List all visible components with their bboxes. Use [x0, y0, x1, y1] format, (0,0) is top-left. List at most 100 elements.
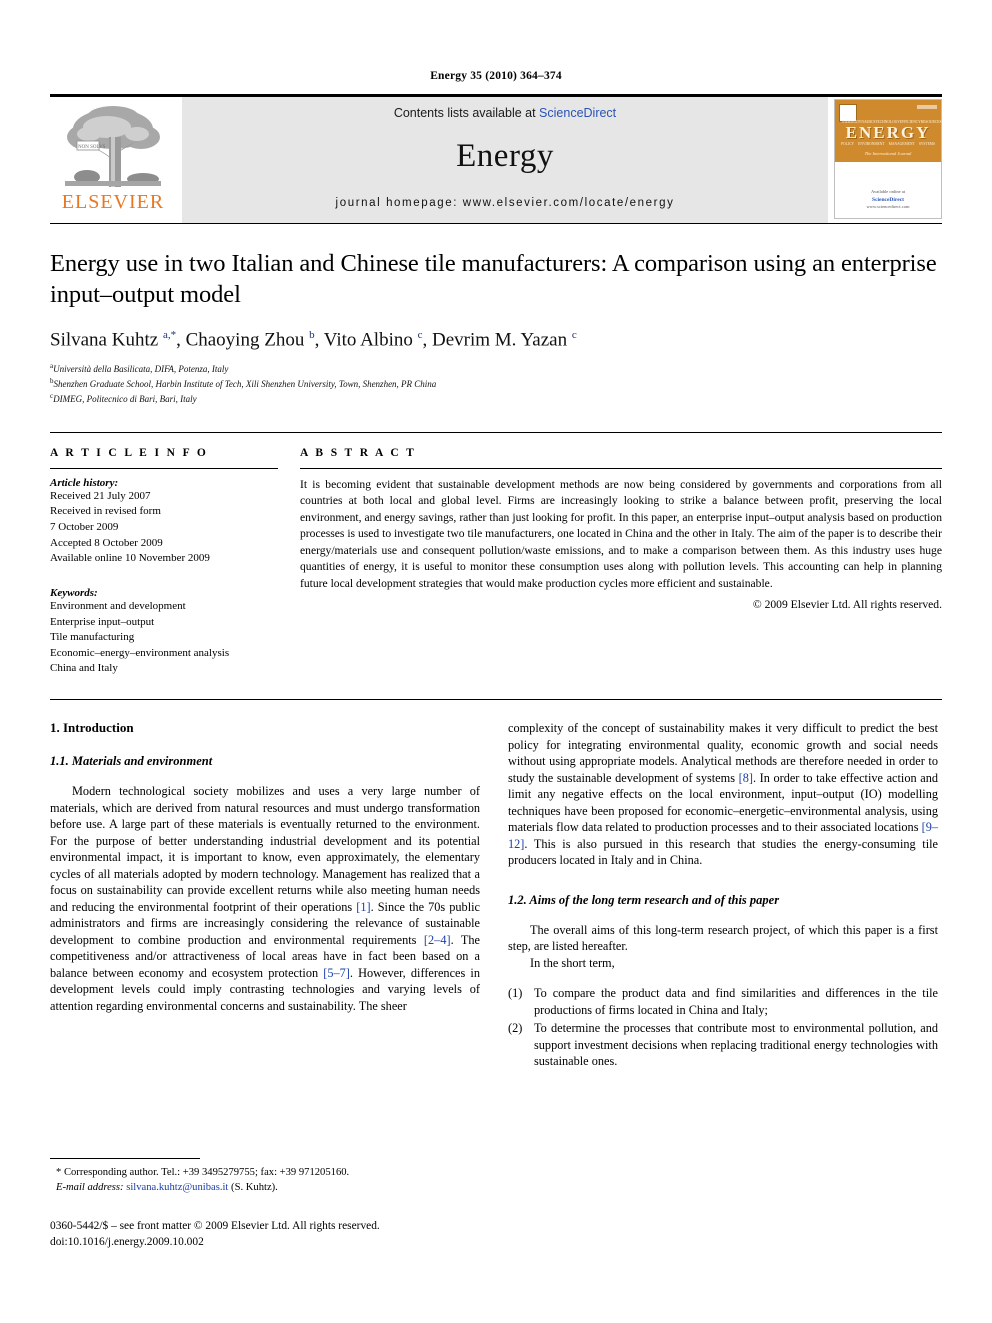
aims-list: (1) To compare the product data and find…	[508, 985, 938, 1070]
email-label: E-mail address:	[56, 1182, 124, 1194]
cover-topic: EFFICIENCY	[899, 120, 921, 124]
body-right-column: complexity of the concept of sustainabil…	[508, 720, 938, 1072]
paragraph-materials-environment: Modern technological society mobilizes a…	[50, 783, 480, 1014]
email-note: E-mail address: silvana.kuhtz@unibas.it …	[50, 1180, 480, 1195]
keywords-block: Keywords: Environment and development En…	[50, 587, 278, 677]
journal-title: Energy	[456, 138, 554, 174]
reference-link-1[interactable]: [1]	[356, 900, 370, 914]
affiliation-item: bShenzhen Graduate School, Harbin Instit…	[50, 376, 942, 391]
article-history-label: Article history:	[50, 476, 119, 489]
footnote-area: * Corresponding author. Tel.: +39 349527…	[50, 1158, 480, 1196]
cover-subtitle: The International Journal	[864, 151, 912, 156]
masthead-center-panel: Contents lists available at ScienceDirec…	[182, 97, 828, 223]
history-item: Received 21 July 2007	[50, 489, 151, 502]
article-info-column: A R T I C L E I N F O Article history: R…	[50, 447, 278, 677]
paper-page: Energy 35 (2010) 364–374 NON SOLVS ELSEV…	[0, 0, 992, 1323]
journal-masthead: NON SOLVS ELSEVIER Contents lists availa…	[50, 94, 942, 223]
affiliation-text: Università della Basilicata, DIFA, Poten…	[53, 363, 229, 374]
cover-topic: POLICY	[841, 142, 854, 146]
paragraph-overall-aims: The overall aims of this long-term resea…	[508, 922, 938, 954]
affiliation-item: cDIMEG, Politecnico di Bari, Bari, Italy	[50, 391, 942, 406]
cover-topic: SYSTEMS	[918, 142, 935, 146]
cover-topic: THERMODYNAMICS	[841, 120, 876, 124]
affiliation-text: Shenzhen Graduate School, Harbin Institu…	[53, 378, 437, 389]
para-text: Modern technological society mobilizes a…	[50, 783, 480, 914]
abstract-heading: A B S T R A C T	[300, 446, 417, 459]
article-history-list: Received 21 July 2007 Received in revise…	[50, 489, 278, 567]
subsection-heading-aims: 1.2. Aims of the long term research and …	[508, 892, 780, 907]
cover-top-band: THERMODYNAMICS TECHNOLOGY EFFICIENCY RES…	[835, 100, 941, 162]
journal-homepage-line[interactable]: journal homepage: www.elsevier.com/locat…	[336, 197, 675, 209]
elsevier-wordmark: ELSEVIER	[61, 191, 165, 213]
history-item: 7 October 2009	[50, 521, 119, 534]
affiliation-list: aUniversità della Basilicata, DIFA, Pote…	[50, 361, 942, 406]
cover-footer: Available online at ScienceDirect www.sc…	[835, 189, 941, 211]
subsection-heading-materials-environment: 1.1. Materials and environment	[50, 753, 213, 768]
issn-doi-block: 0360-5442/$ – see front matter © 2009 El…	[50, 1218, 510, 1250]
cover-journal-title: ENERGY	[845, 123, 931, 142]
contents-available-line: Contents lists available at ScienceDirec…	[394, 106, 616, 120]
keyword-item: Tile manufacturing	[50, 631, 135, 644]
journal-cover-thumbnail: THERMODYNAMICS TECHNOLOGY EFFICIENCY RES…	[834, 99, 942, 219]
keyword-item: China and Italy	[50, 662, 118, 675]
title-block: Energy use in two Italian and Chinese ti…	[50, 224, 942, 406]
cover-footer-sciencedirect: ScienceDirect	[872, 197, 904, 203]
footnote-text: * Corresponding author. Tel.: +39 349527…	[50, 1165, 480, 1196]
keyword-item: Economic–energy–environment analysis	[50, 646, 230, 659]
elsevier-logo: NON SOLVS ELSEVIER	[50, 97, 176, 223]
abstract-text: It is becoming evident that sustainable …	[300, 477, 942, 590]
list-item-number: (2)	[508, 1021, 523, 1036]
abstract-rule	[300, 467, 942, 469]
history-item: Available online 10 November 2009	[50, 552, 210, 565]
abstract-column: A B S T R A C T It is becoming evident t…	[300, 447, 942, 677]
list-item: (1) To compare the product data and find…	[508, 985, 938, 1018]
reference-link-2-4[interactable]: [2–4]	[424, 933, 451, 947]
cover-issue-bar	[917, 105, 937, 109]
info-abstract-band: A R T I C L E I N F O Article history: R…	[50, 431, 942, 677]
article-info-rule	[50, 467, 278, 469]
issn-line: 0360-5442/$ – see front matter © 2009 El…	[50, 1220, 380, 1232]
section-heading-introduction: 1. Introduction	[50, 719, 134, 735]
history-item: Received in revised form	[50, 505, 161, 518]
email-link[interactable]: silvana.kuhtz@unibas.it	[126, 1182, 228, 1193]
cover-topic-row-1: THERMODYNAMICS TECHNOLOGY EFFICIENCY RES…	[841, 120, 941, 124]
list-item-label: To determine the processes that contribu…	[534, 1021, 938, 1069]
history-item: Accepted 8 October 2009	[50, 536, 163, 549]
cover-footer-line-3: www.sciencedirect.com	[866, 204, 910, 210]
abstract-copyright: © 2009 Elsevier Ltd. All rights reserved…	[752, 598, 942, 612]
list-item-label: To compare the product data and find sim…	[534, 986, 938, 1017]
affiliation-item: aUniversità della Basilicata, DIFA, Pote…	[50, 361, 942, 376]
reference-link-8[interactable]: [8]	[739, 771, 753, 785]
article-info-heading: A R T I C L E I N F O	[50, 446, 209, 459]
author-list: Silvana Kuhtz a,*, Chaoying Zhou b, Vito…	[50, 328, 577, 351]
footnote-rule	[50, 1158, 200, 1159]
elsevier-tree-icon: NON SOLVS	[57, 103, 169, 189]
cover-topic: RESOURCES	[920, 120, 942, 124]
cover-topic: TECHNOLOGY	[875, 120, 900, 124]
cover-bottom-area: Available online at ScienceDirect www.sc…	[835, 162, 941, 218]
list-item-number: (1)	[508, 986, 523, 1001]
cover-topic-row-2: POLICY ENVIRONMENT MANAGEMENT SYSTEMS	[841, 142, 935, 146]
keywords-label: Keywords:	[50, 586, 98, 599]
sciencedirect-link[interactable]: ScienceDirect	[539, 106, 616, 120]
page-title: Energy use in two Italian and Chinese ti…	[50, 250, 937, 309]
cover-topic: ENVIRONMENT	[858, 142, 885, 146]
paragraph-short-term: In the short term,	[530, 955, 615, 970]
reference-link-5-7[interactable]: [5–7]	[323, 966, 350, 980]
email-owner: (S. Kuhtz).	[231, 1182, 278, 1194]
keywords-list: Environment and development Enterprise i…	[50, 599, 278, 677]
para-text: . This is also pursued in this research …	[508, 836, 938, 868]
body-left-column: 1. Introduction 1.1. Materials and envir…	[50, 720, 480, 1072]
list-item: (2) To determine the processes that cont…	[508, 1020, 938, 1070]
corresponding-author-note: * Corresponding author. Tel.: +39 349527…	[56, 1167, 350, 1178]
keyword-item: Environment and development	[50, 599, 186, 612]
paragraph-sustainability-complexity: complexity of the concept of sustainabil…	[508, 720, 938, 869]
body-columns: 1. Introduction 1.1. Materials and envir…	[50, 720, 942, 1072]
running-head: Energy 35 (2010) 364–374	[430, 70, 562, 82]
cover-topic: MANAGEMENT	[888, 142, 915, 146]
contents-prefix: Contents lists available at	[393, 106, 540, 120]
doi-line: doi:10.1016/j.energy.2009.10.002	[50, 1236, 204, 1249]
keyword-item: Enterprise input–output	[50, 615, 155, 628]
svg-text:NON SOLVS: NON SOLVS	[78, 145, 106, 150]
body-top-rule	[50, 698, 942, 700]
